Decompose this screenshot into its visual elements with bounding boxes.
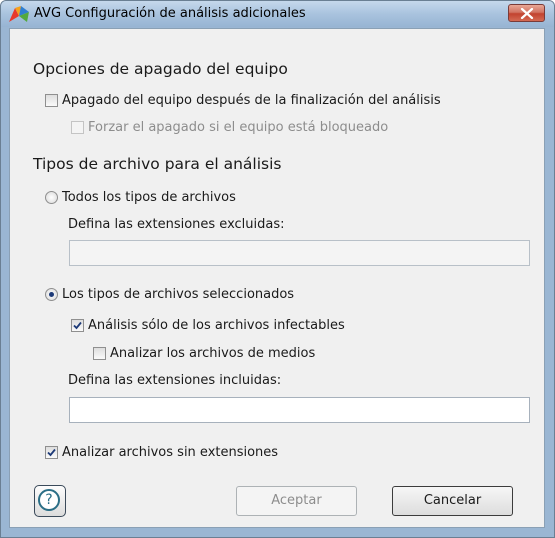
- included-extensions-label: Defina las extensiones incluidas:: [68, 373, 282, 388]
- selected-file-types-radio[interactable]: [45, 288, 58, 301]
- scan-media-checkbox[interactable]: [93, 347, 106, 360]
- window-title: AVG Configuración de análisis adicionale…: [34, 6, 306, 21]
- no-extensions-label: Analizar archivos sin extensiones: [62, 445, 279, 460]
- excluded-extensions-input[interactable]: [69, 240, 530, 266]
- accept-button[interactable]: Aceptar: [236, 486, 357, 516]
- cancel-button[interactable]: Cancelar: [392, 486, 513, 516]
- infectable-only-checkbox[interactable]: [71, 319, 84, 332]
- help-icon: ?: [38, 489, 60, 511]
- all-file-types-label: Todos los tipos de archivos: [62, 190, 236, 205]
- no-extensions-option[interactable]: Analizar archivos sin extensiones: [45, 445, 278, 460]
- file-types-section-title: Tipos de archivo para el análisis: [33, 155, 282, 173]
- dialog-window: AVG Configuración de análisis adicionale…: [0, 0, 555, 538]
- all-file-types-option[interactable]: Todos los tipos de archivos: [45, 190, 236, 205]
- close-button[interactable]: [508, 4, 545, 22]
- infectable-only-label: Análisis sólo de los archivos infectable…: [88, 318, 345, 333]
- shutdown-after-scan-label: Apagado del equipo después de la finaliz…: [62, 93, 441, 108]
- scan-media-option[interactable]: Analizar los archivos de medios: [93, 346, 315, 361]
- checkmark-icon: [47, 448, 56, 457]
- included-extensions-input[interactable]: [69, 397, 530, 423]
- force-shutdown-option: Forzar el apagado si el equipo está bloq…: [71, 120, 388, 135]
- title-bar[interactable]: AVG Configuración de análisis adicionale…: [1, 1, 554, 27]
- dialog-body: Opciones de apagado del equipo Apagado d…: [9, 28, 545, 528]
- excluded-extensions-label: Defina las extensiones excluidas:: [68, 217, 285, 232]
- help-button[interactable]: ?: [34, 485, 66, 517]
- infectable-only-option[interactable]: Análisis sólo de los archivos infectable…: [71, 318, 345, 333]
- all-file-types-radio[interactable]: [45, 191, 58, 204]
- force-shutdown-checkbox: [71, 121, 84, 134]
- shutdown-after-scan-option[interactable]: Apagado del equipo después de la finaliz…: [45, 93, 441, 108]
- no-extensions-checkbox[interactable]: [45, 446, 58, 459]
- selected-file-types-label: Los tipos de archivos seleccionados: [62, 287, 295, 302]
- force-shutdown-label: Forzar el apagado si el equipo está bloq…: [88, 120, 389, 135]
- close-icon: [520, 8, 534, 19]
- shutdown-section-title: Opciones de apagado del equipo: [33, 60, 288, 78]
- shutdown-after-scan-checkbox[interactable]: [45, 94, 58, 107]
- checkmark-icon: [73, 321, 82, 330]
- selected-file-types-option[interactable]: Los tipos de archivos seleccionados: [45, 287, 294, 302]
- scan-media-label: Analizar los archivos de medios: [110, 346, 316, 361]
- avg-logo-icon: [9, 6, 29, 22]
